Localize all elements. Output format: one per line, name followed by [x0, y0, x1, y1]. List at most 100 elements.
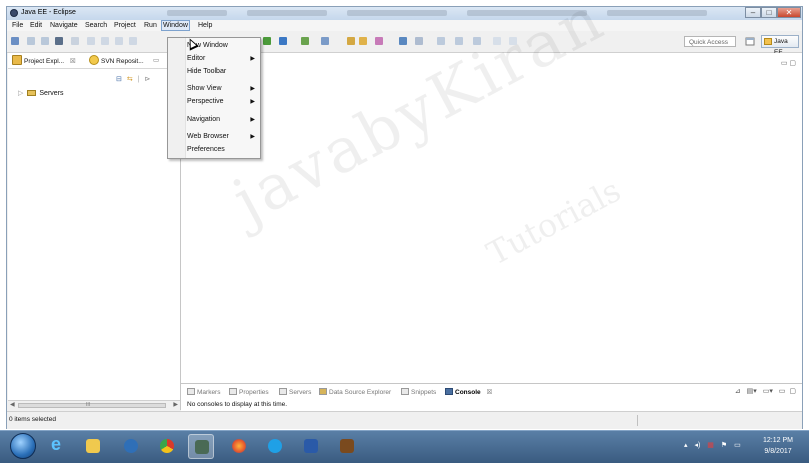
open-console-icon[interactable]: ⊿	[735, 388, 741, 395]
open-perspective-icon[interactable]	[745, 36, 756, 47]
taskbar-clock[interactable]: 12:12 PM 9/8/2017	[754, 435, 802, 457]
menu-edit[interactable]: Edit	[29, 21, 43, 30]
debug-terminate-icon[interactable]	[115, 37, 123, 45]
annotation-icon[interactable]	[399, 37, 407, 45]
search-icon[interactable]	[375, 37, 383, 45]
debug-step-icon[interactable]	[129, 37, 137, 45]
volume-icon[interactable]: ◂)	[694, 442, 700, 449]
taskbar-eclipse[interactable]	[188, 434, 214, 459]
close-button[interactable]: ✕	[777, 7, 801, 18]
taskbar-app[interactable]	[334, 434, 360, 459]
menu-item-navigation[interactable]: Navigation ▶	[187, 115, 257, 125]
perspective-java-ee-button[interactable]: Java EE	[761, 35, 799, 56]
close-tab-icon[interactable]: ☒	[70, 58, 76, 65]
editor-area: ▭ ▢ javabyKiran Tutorials	[181, 0, 802, 383]
data-source-icon	[319, 388, 327, 395]
submenu-arrow-icon: ▶	[250, 86, 255, 92]
tree-item-servers[interactable]: ▷ Servers	[18, 89, 64, 97]
quick-access-input[interactable]: Quick Access	[684, 36, 736, 47]
tab-properties[interactable]: Properties	[229, 387, 269, 398]
tab-markers[interactable]: Markers	[187, 387, 220, 398]
new-class-icon[interactable]	[321, 37, 329, 45]
menu-help[interactable]: Help	[197, 21, 213, 30]
tab-console[interactable]: Console ☒	[445, 387, 492, 398]
menu-item-hide-toolbar[interactable]: Hide Toolbar	[187, 67, 257, 77]
taskbar-file-explorer[interactable]	[80, 434, 106, 459]
menu-item-preferences[interactable]: Preferences	[187, 145, 257, 155]
status-bar: 0 items selected	[7, 411, 802, 429]
console-icon	[445, 388, 453, 395]
watermark-subtext: Tutorials	[480, 171, 627, 273]
scroll-right-icon[interactable]: ▶	[173, 401, 178, 408]
debug-icon[interactable]	[279, 37, 287, 45]
print-icon[interactable]	[55, 37, 63, 45]
new-console-icon[interactable]: ▭▾	[763, 388, 773, 395]
menu-item-perspective[interactable]: Perspective ▶	[187, 97, 257, 107]
taskbar-media-player[interactable]	[118, 434, 144, 459]
system-tray: ▴ ◂) ▦ ⚑ ▭	[684, 441, 741, 449]
display-console-icon[interactable]: ▤▾	[747, 388, 757, 395]
scrollbar-thumb[interactable]	[18, 403, 166, 408]
project-explorer-icon	[12, 55, 22, 65]
tab-svn-repositories[interactable]: SVN Reposit...	[89, 55, 144, 67]
file-explorer-icon	[86, 439, 100, 453]
save-all-icon[interactable]	[41, 37, 49, 45]
run-icon[interactable]	[263, 37, 271, 45]
menu-navigate[interactable]: Navigate	[49, 21, 79, 30]
taskbar-firefox[interactable]	[226, 434, 252, 459]
submenu-arrow-icon: ▶	[250, 117, 255, 123]
tab-data-source-explorer[interactable]: Data Source Explorer	[319, 387, 391, 398]
debug-resume-icon[interactable]	[87, 37, 95, 45]
skip-breakpoints-icon[interactable]	[71, 37, 79, 45]
console-message: No consoles to display at this time.	[187, 401, 288, 408]
tab-servers[interactable]: Servers	[279, 387, 311, 398]
next-annotation-icon[interactable]	[437, 37, 445, 45]
menu-item-editor[interactable]: Editor ▶	[187, 54, 257, 64]
blurred-bar-content	[607, 10, 707, 16]
menu-project[interactable]: Project	[113, 21, 137, 30]
taskbar-internet-explorer[interactable]: e	[46, 434, 72, 459]
maximize-button[interactable]: □	[761, 7, 777, 18]
taskbar-chrome[interactable]	[154, 434, 180, 459]
maximize-view-icon[interactable]: ▢	[789, 388, 796, 395]
title-bar: Java EE - Eclipse – □ ✕	[7, 7, 802, 21]
tab-project-explorer[interactable]: Project Expl... ☒	[12, 55, 76, 67]
start-button[interactable]	[10, 433, 36, 459]
tab-snippets[interactable]: Snippets	[401, 387, 436, 398]
minimize-button[interactable]: –	[745, 7, 761, 18]
new-icon[interactable]	[11, 37, 19, 45]
menu-search[interactable]: Search	[84, 21, 108, 30]
display-icon[interactable]: ▭	[734, 442, 741, 449]
tray-arrow-icon[interactable]: ▴	[684, 442, 688, 449]
minimize-view-icon[interactable]: ▭	[153, 55, 159, 67]
open-type-icon[interactable]	[347, 37, 355, 45]
menu-window[interactable]: Window	[161, 20, 190, 31]
menu-item-web-browser[interactable]: Web Browser ▶	[187, 132, 257, 142]
left-tabbar: Project Expl... ☒ SVN Reposit... ▭	[8, 53, 180, 69]
scroll-grip: III	[86, 402, 91, 408]
last-edit-icon[interactable]	[415, 37, 423, 45]
close-console-tab-icon[interactable]: ☒	[486, 389, 492, 396]
expand-arrow-icon[interactable]: ▷	[18, 90, 23, 97]
debug-suspend-icon[interactable]	[101, 37, 109, 45]
minimize-view-icon[interactable]: ▭	[779, 388, 786, 395]
scroll-left-icon[interactable]: ◀	[10, 401, 15, 408]
link-editor-icon[interactable]: ⇆	[127, 76, 133, 83]
open-folder-icon[interactable]	[359, 37, 367, 45]
menu-run[interactable]: Run	[143, 21, 158, 30]
menu-item-show-view[interactable]: Show View ▶	[187, 84, 257, 94]
flag-icon[interactable]: ⚑	[721, 442, 727, 449]
servers-icon	[279, 388, 287, 395]
menu-file[interactable]: File	[11, 21, 24, 30]
network-icon[interactable]: ▦	[707, 442, 714, 449]
word-icon	[304, 439, 318, 453]
view-menu-icon[interactable]: ⊳	[144, 76, 150, 83]
collapse-all-icon[interactable]: ⊟	[116, 76, 122, 83]
status-divider	[637, 415, 638, 426]
new-server-icon[interactable]	[301, 37, 309, 45]
taskbar-skype[interactable]	[262, 434, 288, 459]
taskbar-word[interactable]	[298, 434, 324, 459]
save-icon[interactable]	[27, 37, 35, 45]
horizontal-scrollbar[interactable]: ◀ III ▶	[8, 400, 180, 410]
editor-area-controls[interactable]: ▭ ▢	[781, 59, 796, 67]
